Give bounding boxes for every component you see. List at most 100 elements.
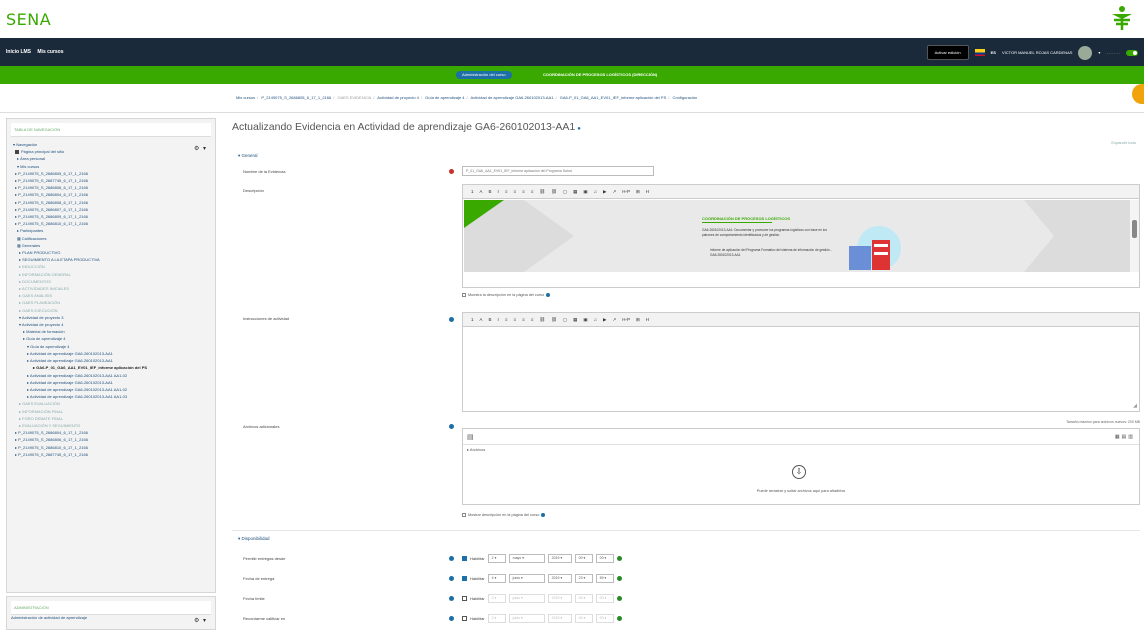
show-files-checkbox[interactable] xyxy=(462,513,466,517)
avatar[interactable] xyxy=(1078,45,1093,60)
breadcrumb-item[interactable]: GAES EVIDENCIA xyxy=(337,95,371,100)
nav-tree-item[interactable]: ▾ Guía de aprendizaje 4 xyxy=(13,343,209,350)
breadcrumb-item[interactable]: Actividad de aprendizaje GA6-260102013-A… xyxy=(471,95,554,100)
info-icon[interactable] xyxy=(449,596,454,601)
hour-select[interactable]: 00 ▾ xyxy=(574,614,593,623)
toolbar-button[interactable]: ♫ xyxy=(594,317,597,322)
show-description-checkbox[interactable] xyxy=(462,293,466,297)
nav-tree-item[interactable]: ▸ Actividad de aprendizaje GA6-260102013… xyxy=(13,372,209,379)
chevron-down-icon[interactable]: ▾ xyxy=(1098,50,1100,55)
nav-tree-item[interactable]: ▸ ACTIVIDADES INICIALES xyxy=(13,285,209,292)
add-file-icon[interactable]: ▤ xyxy=(467,433,474,441)
calendar-icon[interactable] xyxy=(616,576,622,581)
month-select[interactable]: junio ▾ xyxy=(508,574,545,583)
nav-tree-item[interactable]: ▸ P_2149075_S_2687745_6_17_1_2166 xyxy=(13,177,209,184)
show-description-option[interactable]: Muestra la descripción en la página del … xyxy=(462,293,551,297)
calendar-icon[interactable] xyxy=(616,556,622,561)
nav-tree-item[interactable]: ▸ Actividad de aprendizaje GA6-260102013… xyxy=(13,393,209,400)
toolbar-button[interactable]: ≡ xyxy=(513,317,516,322)
toolbar-button[interactable]: ▣ xyxy=(583,317,587,323)
toolbar-button[interactable]: ≡ xyxy=(531,317,534,322)
toolbar-button[interactable]: 1 xyxy=(471,189,474,194)
toolbar-button[interactable]: ≡ xyxy=(513,189,516,194)
toolbar-button[interactable]: ⛓ xyxy=(539,189,545,195)
side-tab-handle[interactable] xyxy=(1132,84,1144,104)
minute-select[interactable]: 00 ▾ xyxy=(595,554,614,563)
nav-tree-item[interactable]: ▸ Guía de aprendizaje 4 xyxy=(13,335,209,342)
toolbar-button[interactable]: H-P xyxy=(622,317,630,322)
nav-tree-item[interactable]: ▸ FORO DEBATE FINAL xyxy=(13,415,209,422)
nav-tree-item[interactable]: ▾ Mis cursos xyxy=(13,163,209,170)
hour-select[interactable]: 23 ▾ xyxy=(574,574,593,583)
nav-tree-item[interactable]: ▸ EVALUACIÓN Y SEGUIMIENTO xyxy=(13,422,209,429)
toolbar-button[interactable]: ♫ xyxy=(594,189,597,194)
toolbar-button[interactable]: ≡ xyxy=(522,317,525,322)
nav-tree-item[interactable]: ▸ INFORMACIÓN FINAL xyxy=(13,408,209,415)
nav-tree-item[interactable]: ▸ Actividad de aprendizaje GA6-260102013… xyxy=(13,357,209,364)
toolbar-button[interactable]: H xyxy=(646,317,649,322)
nav-home-link[interactable]: Inicio LMS xyxy=(6,49,31,55)
toolbar-button[interactable]: I xyxy=(498,189,499,194)
toolbar-button[interactable]: ▶ xyxy=(603,317,606,323)
toolbar-button[interactable]: A xyxy=(480,189,483,194)
info-icon[interactable] xyxy=(449,576,454,581)
toolbar-button[interactable]: ⛓ xyxy=(539,317,545,323)
toolbar-button[interactable]: ⛓ xyxy=(551,317,557,323)
toolbar-button[interactable]: ▢ xyxy=(563,317,567,323)
nav-tree-item[interactable]: ▸ Actividad de aprendizaje GA6-260102013… xyxy=(13,379,209,386)
nav-tree-item[interactable]: Página principal del sitio xyxy=(13,148,209,155)
breadcrumb-item[interactable]: P_2149075_S_2686805_6_17_1_2166 xyxy=(261,95,331,100)
toolbar-button[interactable]: ⊞ xyxy=(636,317,640,323)
nav-tree-item[interactable]: ▸ Área personal xyxy=(13,155,209,162)
block-controls[interactable]: ⚙ ▾ xyxy=(194,617,207,624)
nav-tree-item[interactable]: ▸ INDUCCIÓN xyxy=(13,263,209,270)
enable-checkbox[interactable] xyxy=(462,576,467,581)
section-availability-toggle[interactable]: ▾ Disponibilidad xyxy=(238,536,270,542)
hour-select[interactable]: 00 ▾ xyxy=(574,594,593,603)
toolbar-button[interactable]: ≡ xyxy=(505,189,508,194)
info-icon[interactable] xyxy=(449,616,454,621)
toolbar-button[interactable]: ▦ xyxy=(573,189,577,195)
toolbar-button[interactable]: I xyxy=(498,317,499,322)
year-select[interactable]: 2019 ▾ xyxy=(547,614,572,623)
nav-tree-item[interactable]: ▸ PLAN PRODUCTIVO xyxy=(13,249,209,256)
breadcrumb-item[interactable]: Actividad de proyecto 4 xyxy=(377,95,419,100)
help-icon[interactable] xyxy=(546,293,551,297)
calendar-icon[interactable] xyxy=(616,596,622,601)
toolbar-button[interactable]: B xyxy=(489,189,492,194)
info-icon[interactable] xyxy=(449,556,454,561)
nav-tree-item[interactable]: ▸ DOCUMENTOS xyxy=(13,278,209,285)
language-selector[interactable]: ES xyxy=(991,50,996,55)
year-select[interactable]: 2019 ▾ xyxy=(547,594,572,603)
month-select[interactable]: junio ▾ xyxy=(508,594,545,603)
site-logo[interactable]: SENA xyxy=(6,10,51,29)
nav-tree-item[interactable]: ▸ Actividad de aprendizaje GA6-260102013… xyxy=(13,386,209,393)
toolbar-button[interactable]: H-P xyxy=(622,189,630,194)
nav-tree-item[interactable]: ▸ SEGUIMIENTO A LA ETAPA PRODUCTIVA xyxy=(13,256,209,263)
activity-instructions-editor[interactable]: 1 A B I ≡ ≡ ≡ ≡ ⛓ ⛓ ▢ ▦ ▣ ♫ ▶ ↗ H-P ⊞ H ◢ xyxy=(462,312,1140,412)
toolbar-button[interactable]: ▣ xyxy=(583,189,587,195)
nav-tree-item[interactable]: ▸ GA6-P_01_GA6_AA1_EV01_IEF_informe apli… xyxy=(13,364,209,371)
info-icon[interactable] xyxy=(449,424,454,429)
toolbar-button[interactable]: ↗ xyxy=(612,189,616,195)
description-editor[interactable]: 1 A B I ≡ ≡ ≡ ≡ ⛓ ⛓ ▢ ▦ ▣ ♫ ▶ ↗ H-P ⊞ H COORDINACIÓN DE PR… xyxy=(462,184,1140,288)
hour-select[interactable]: 00 ▾ xyxy=(574,554,593,563)
nav-tree-item[interactable]: ▸ P_2149075_S_2686804_6_17_1_2166 xyxy=(13,191,209,198)
day-select[interactable]: 2 ▾ xyxy=(487,614,506,623)
toolbar-button[interactable]: A xyxy=(480,317,483,322)
edit-mode-button[interactable]: Activar edición xyxy=(926,45,969,60)
toolbar-button[interactable]: ≡ xyxy=(522,189,525,194)
day-select[interactable]: 2 ▾ xyxy=(487,554,506,563)
nav-tree-item[interactable]: ▸ P_2149075_S_2686810_6_17_1_2166 xyxy=(13,444,209,451)
scroll-thumb[interactable] xyxy=(1132,220,1137,238)
year-select[interactable]: 2019 ▾ xyxy=(547,574,572,583)
calendar-icon[interactable] xyxy=(616,616,622,621)
enable-checkbox[interactable] xyxy=(462,556,467,561)
breadcrumb-item[interactable]: Configuración xyxy=(673,95,698,100)
minute-select[interactable]: 00 ▾ xyxy=(595,614,614,623)
nav-tree-item[interactable]: ▸ P_2149075_S_2686804_6_17_1_2166 xyxy=(13,429,209,436)
month-select[interactable]: junio ▾ xyxy=(508,614,545,623)
day-select[interactable]: 2 ▾ xyxy=(487,594,506,603)
toolbar-button[interactable]: ≡ xyxy=(531,189,534,194)
view-mode-icons[interactable]: ▦▤▥ xyxy=(1115,434,1135,440)
